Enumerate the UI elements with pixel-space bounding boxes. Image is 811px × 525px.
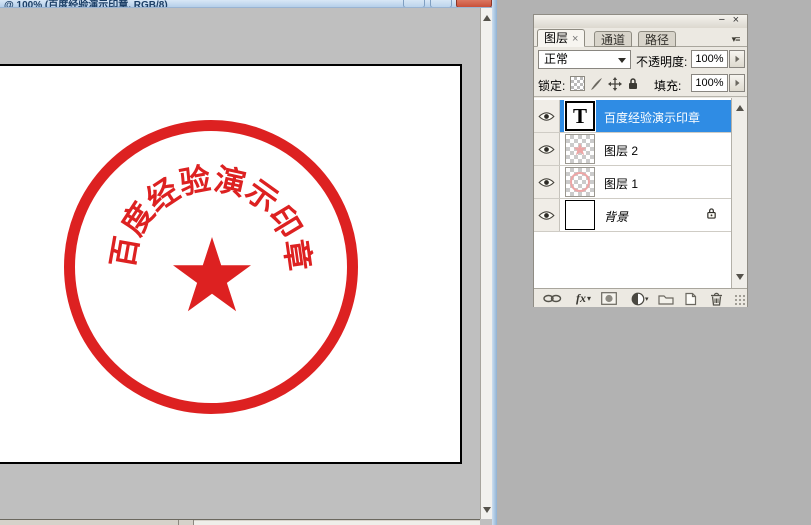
horizontal-scrollbar[interactable] <box>194 521 480 525</box>
canvas[interactable]: 百度经验演示印章 <box>0 64 462 464</box>
panel-menu-icon[interactable]: ▾≡ <box>727 34 744 46</box>
opacity-label: 不透明度: <box>636 53 687 70</box>
new-group-icon[interactable] <box>658 291 674 306</box>
circle-shape <box>570 172 590 192</box>
maximize-button[interactable] <box>430 0 452 8</box>
chevron-down-icon <box>618 58 626 63</box>
layer-row-text[interactable]: T 百度经验演示印章 <box>534 100 733 133</box>
blend-mode-select[interactable]: 正常 <box>538 50 631 69</box>
lock-label: 锁定: <box>538 77 565 94</box>
panel-titlebar[interactable]: − × <box>534 15 747 28</box>
tab-paths[interactable]: 路径 <box>638 31 676 47</box>
lock-all-icon[interactable] <box>625 76 640 91</box>
layer-name[interactable]: 图层 2 <box>604 142 638 159</box>
stamp-text-char: 百 <box>107 234 143 270</box>
lock-icon <box>706 207 717 223</box>
add-layer-mask-icon[interactable] <box>601 291 617 306</box>
blend-mode-value: 正常 <box>544 52 568 66</box>
delete-layer-icon[interactable] <box>710 291 723 306</box>
eye-icon <box>538 210 555 221</box>
panel-resize-grip[interactable] <box>734 294 745 305</box>
scroll-up-icon[interactable] <box>734 101 745 114</box>
blend-mode-row: 正常 不透明度: 100% <box>534 48 747 72</box>
tab-label: 通道 <box>601 33 625 47</box>
eye-icon <box>538 111 555 122</box>
opacity-input[interactable]: 100% <box>691 50 728 68</box>
link-layers-icon[interactable] <box>543 291 562 306</box>
panel-minimize-icon[interactable]: − <box>719 15 725 26</box>
layer-list: T 百度经验演示印章 图层 2 图层 1 背景 <box>534 98 747 288</box>
lock-row: 锁定: 填充: 100% <box>534 72 747 97</box>
lock-position-icon[interactable] <box>607 76 622 91</box>
visibility-toggle[interactable] <box>534 199 560 231</box>
eye-icon <box>538 177 555 188</box>
opacity-slider-button[interactable] <box>729 50 745 68</box>
minimize-button[interactable] <box>403 0 425 8</box>
layer-thumbnail-star[interactable] <box>565 134 595 164</box>
layer-row-background[interactable]: 背景 <box>534 199 733 232</box>
visibility-toggle[interactable] <box>534 133 560 165</box>
document-title: @ 100% (百度经验演示印章, RGB/8) <box>4 0 168 8</box>
layer-row-1[interactable]: 图层 1 <box>534 166 733 199</box>
window-frame-edge <box>492 0 497 525</box>
visibility-toggle[interactable] <box>534 100 560 132</box>
tab-channels[interactable]: 通道 <box>594 31 632 47</box>
panel-close-icon[interactable]: × <box>733 15 739 26</box>
scroll-down-icon[interactable] <box>734 270 745 283</box>
eye-icon <box>538 144 555 155</box>
lock-transparency-icon[interactable] <box>570 76 585 91</box>
close-button[interactable] <box>456 0 492 8</box>
document-window: @ 100% (百度经验演示印章, RGB/8) 百度经验演示印章 <box>0 0 497 525</box>
layer-style-icon[interactable]: fx▾ <box>576 291 591 306</box>
layers-panel: − × 图层 × 通道 路径 ▾≡ 正常 不透明度: 100% 锁定: <box>533 14 748 307</box>
fill-label: 填充: <box>654 77 681 94</box>
tab-layers[interactable]: 图层 × <box>537 29 585 47</box>
tab-label: 图层 <box>544 31 568 45</box>
adjustment-layer-icon[interactable]: ▾ <box>631 291 649 306</box>
layer-list-scrollbar[interactable] <box>731 98 747 288</box>
panel-tab-bar: 图层 × 通道 路径 <box>534 28 747 47</box>
new-layer-icon[interactable] <box>683 291 697 306</box>
layer-row-2[interactable]: 图层 2 <box>534 133 733 166</box>
layer-thumbnail-circle[interactable] <box>565 167 595 197</box>
layer-name[interactable]: 图层 1 <box>604 175 638 192</box>
fill-slider-button[interactable] <box>729 74 745 92</box>
layer-name[interactable]: 百度经验演示印章 <box>604 109 700 126</box>
layer-thumbnail-text[interactable]: T <box>565 101 595 131</box>
visibility-toggle[interactable] <box>534 166 560 198</box>
stamp-star <box>157 223 267 333</box>
lock-paint-icon[interactable] <box>589 76 604 91</box>
document-titlebar[interactable]: @ 100% (百度经验演示印章, RGB/8) <box>0 0 497 8</box>
tab-label: 路径 <box>645 33 669 47</box>
scroll-down-icon[interactable] <box>482 504 492 516</box>
panel-bottom-bar: fx▾ ▾ <box>534 288 747 307</box>
layer-thumbnail-background[interactable] <box>565 200 595 230</box>
fill-input[interactable]: 100% <box>691 74 728 92</box>
stamp-text-char: 验 <box>177 163 213 199</box>
vertical-scrollbar[interactable] <box>480 8 492 519</box>
statusbar-divider <box>178 520 179 525</box>
stamp-text-char: 章 <box>280 237 315 272</box>
scroll-up-icon[interactable] <box>482 12 492 24</box>
layer-name[interactable]: 背景 <box>604 208 628 225</box>
document-statusbar <box>0 519 480 525</box>
fx-label: fx <box>576 291 586 306</box>
tab-close-icon[interactable]: × <box>572 33 578 45</box>
